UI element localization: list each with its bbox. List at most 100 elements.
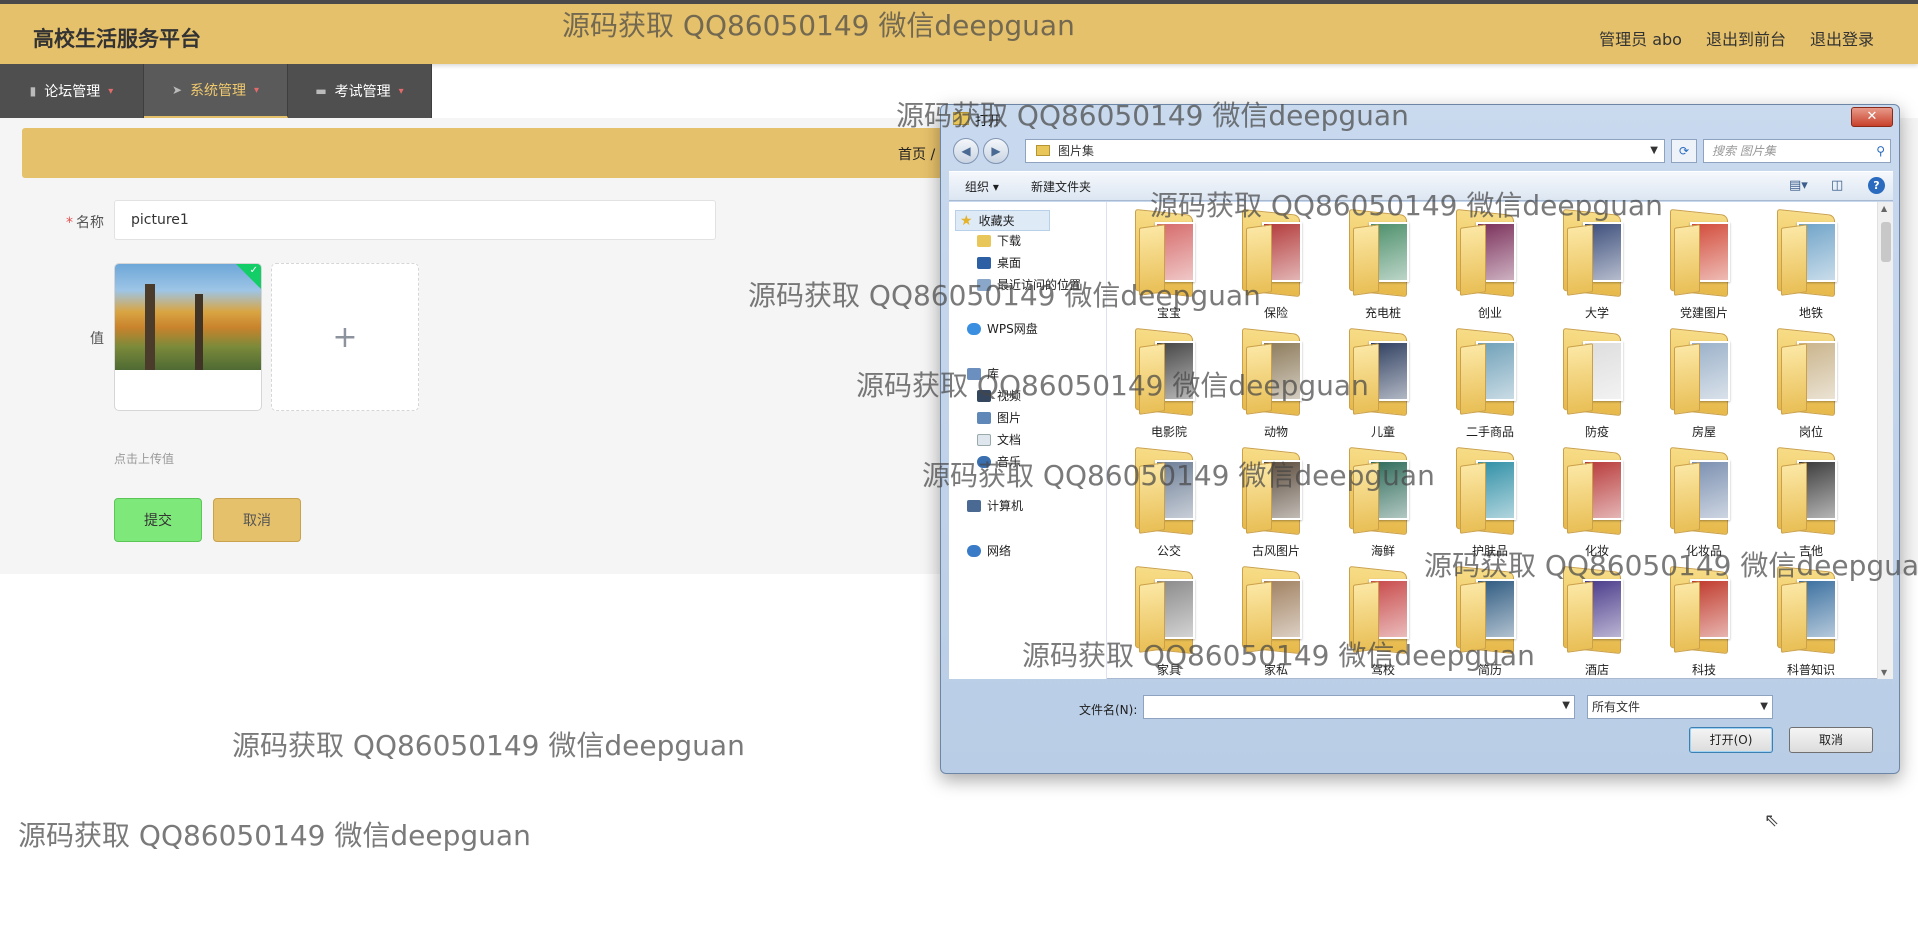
folder-label: 化妆 xyxy=(1584,544,1609,558)
filename-input[interactable]: ▼ xyxy=(1143,695,1575,719)
folder-label: 岗位 xyxy=(1798,425,1823,439)
submit-button[interactable]: 提交 xyxy=(114,498,202,542)
folder-item[interactable]: 大学 xyxy=(1549,206,1645,324)
admin-user-link[interactable]: 管理员 abo xyxy=(1599,26,1682,50)
folder-item[interactable]: 房屋 xyxy=(1656,325,1752,443)
file-scrollbar[interactable]: ▲ ▼ xyxy=(1877,202,1893,679)
folder-item[interactable]: 公交 xyxy=(1121,444,1217,562)
refresh-button[interactable]: ⟳ xyxy=(1671,139,1697,163)
cancel-button[interactable]: 取消 xyxy=(213,498,301,542)
add-image-button[interactable]: + xyxy=(271,263,419,411)
folder-item[interactable]: 家具 xyxy=(1121,563,1217,679)
nav-system-management[interactable]: ➤ 系统管理 ▾ xyxy=(144,64,288,118)
mouse-cursor-icon: ⇖ xyxy=(1764,810,1780,831)
chevron-down-icon: ▾ xyxy=(254,84,260,96)
folder-label: 大学 xyxy=(1584,306,1609,320)
folder-icon xyxy=(1563,208,1631,298)
sidebar-item-videos[interactable]: 视频 xyxy=(977,387,1021,404)
folder-icon xyxy=(1242,446,1310,536)
folder-item[interactable]: 驾校 xyxy=(1335,563,1431,679)
dialog-cancel-button[interactable]: 取消 xyxy=(1789,727,1873,753)
watermark: 源码获取 QQ86050149 微信deepguan xyxy=(18,819,531,852)
folder-item[interactable]: 电影院 xyxy=(1121,325,1217,443)
view-options-icon[interactable]: ▤▾ xyxy=(1789,178,1808,193)
folder-label: 儿童 xyxy=(1370,425,1395,439)
chevron-down-icon[interactable]: ▼ xyxy=(1650,140,1658,162)
sidebar-item-pictures[interactable]: 图片 xyxy=(977,409,1021,426)
folder-item[interactable]: 化妆 xyxy=(1549,444,1645,562)
sidebar-item-music[interactable]: 音乐 xyxy=(977,453,1021,470)
sidebar-item-library[interactable]: 库 xyxy=(967,365,999,382)
folder-item[interactable]: 党建图片 xyxy=(1656,206,1752,324)
folder-item[interactable]: 家私 xyxy=(1228,563,1324,679)
name-input[interactable]: picture1 xyxy=(114,200,716,240)
folder-icon xyxy=(1563,446,1631,536)
breadcrumb[interactable]: 首页 / xyxy=(898,144,935,164)
nav-forum-management[interactable]: ▮ 论坛管理 ▾ xyxy=(0,64,144,118)
folder-item[interactable]: 吉他 xyxy=(1763,444,1859,562)
back-button[interactable]: ◀ xyxy=(953,138,979,164)
open-button[interactable]: 打开(O) xyxy=(1689,727,1773,753)
folder-label: 宝宝 xyxy=(1156,306,1181,320)
help-icon[interactable]: ? xyxy=(1868,177,1885,194)
sidebar-item-desktop[interactable]: 桌面 xyxy=(977,254,1021,271)
folder-icon xyxy=(1670,327,1738,417)
folder-item[interactable]: 护肤品 xyxy=(1442,444,1538,562)
star-icon: ★ xyxy=(960,212,973,229)
folder-item[interactable]: 科技 xyxy=(1656,563,1752,679)
folder-item[interactable]: 海鲜 xyxy=(1335,444,1431,562)
folder-label: 保险 xyxy=(1263,306,1288,320)
forum-icon: ▮ xyxy=(29,84,37,98)
folder-label: 充电桩 xyxy=(1364,306,1401,320)
folder-item[interactable]: 简历 xyxy=(1442,563,1538,679)
dialog-toolbar: 组织 ▾ 新建文件夹 ▤▾ ◫ ? xyxy=(949,171,1893,201)
folder-item[interactable]: 二手商品 xyxy=(1442,325,1538,443)
network-icon xyxy=(967,544,981,557)
folder-item[interactable]: 科普知识 xyxy=(1763,563,1859,679)
folder-icon xyxy=(1242,208,1310,298)
folder-item[interactable]: 防疫 xyxy=(1549,325,1645,443)
folder-item[interactable]: 地铁 xyxy=(1763,206,1859,324)
scroll-up-icon[interactable]: ▲ xyxy=(1881,204,1887,213)
filetype-select[interactable]: 所有文件 ▼ xyxy=(1587,695,1773,719)
folder-label: 化妆品 xyxy=(1685,544,1722,558)
preview-pane-icon[interactable]: ◫ xyxy=(1831,178,1843,193)
sidebar-item-computer[interactable]: 计算机 xyxy=(967,497,1023,514)
folder-icon xyxy=(1349,446,1417,536)
sidebar-item-recent[interactable]: 最近访问的位置 xyxy=(977,276,1081,293)
new-folder-button[interactable]: 新建文件夹 xyxy=(1031,178,1091,195)
uploaded-image-thumbnail[interactable]: ✓ xyxy=(114,263,262,411)
sidebar-item-network[interactable]: 网络 xyxy=(967,542,1011,559)
sidebar-item-favorites[interactable]: ★ 收藏夹 xyxy=(955,210,1050,231)
search-icon: ⚲ xyxy=(1876,144,1885,158)
forward-button[interactable]: ▶ xyxy=(983,138,1009,164)
folder-label: 防疫 xyxy=(1584,425,1609,439)
address-bar[interactable]: 图片集 ▼ xyxy=(1025,139,1665,163)
sidebar-item-downloads[interactable]: 下载 xyxy=(977,232,1021,249)
nav-exam-management[interactable]: ▬ 考试管理 ▾ xyxy=(288,64,432,118)
dialog-close-button[interactable]: ✕ xyxy=(1851,107,1893,127)
sidebar-item-wps[interactable]: WPS网盘 xyxy=(967,320,1038,337)
organize-button[interactable]: 组织 ▾ xyxy=(965,178,999,195)
search-input[interactable]: 搜索 图片集 ⚲ xyxy=(1703,139,1891,163)
folder-item[interactable]: 保险 xyxy=(1228,206,1324,324)
scroll-thumb[interactable] xyxy=(1881,222,1891,262)
send-icon: ➤ xyxy=(171,83,183,97)
folder-icon xyxy=(1135,446,1203,536)
scroll-down-icon[interactable]: ▼ xyxy=(1881,668,1887,677)
folder-item[interactable]: 岗位 xyxy=(1763,325,1859,443)
folder-item[interactable]: 古风图片 xyxy=(1228,444,1324,562)
exit-to-frontend-link[interactable]: 退出到前台 xyxy=(1706,26,1786,50)
folder-label: 动物 xyxy=(1263,425,1288,439)
folder-item[interactable]: 儿童 xyxy=(1335,325,1431,443)
folder-item[interactable]: 创业 xyxy=(1442,206,1538,324)
folder-item[interactable]: 充电桩 xyxy=(1335,206,1431,324)
chevron-down-icon[interactable]: ▼ xyxy=(1562,700,1570,711)
folder-item[interactable]: 酒店 xyxy=(1549,563,1645,679)
video-icon xyxy=(977,389,991,402)
folder-item[interactable]: 宝宝 xyxy=(1121,206,1217,324)
folder-item[interactable]: 化妆品 xyxy=(1656,444,1752,562)
logout-link[interactable]: 退出登录 xyxy=(1810,26,1874,50)
sidebar-item-documents[interactable]: 文档 xyxy=(977,431,1021,448)
folder-item[interactable]: 动物 xyxy=(1228,325,1324,443)
